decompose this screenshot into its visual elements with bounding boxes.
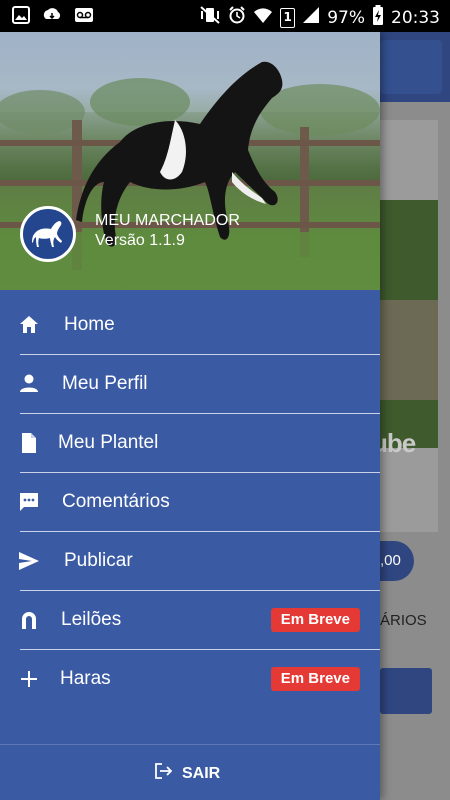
logout-icon: [154, 762, 174, 785]
menu-label-meu-plantel: Meu Plantel: [58, 432, 159, 453]
menu-label-comentarios: Comentários: [62, 491, 170, 512]
horseshoe-icon: [18, 609, 40, 631]
menu-label-publicar: Publicar: [64, 550, 133, 571]
background-tab-label: ÁRIOS: [380, 612, 427, 629]
sim-indicator: 1: [280, 7, 296, 28]
menu-item-haras[interactable]: Haras Em Breve: [0, 650, 380, 709]
logout-label: SAIR: [182, 764, 221, 782]
battery-percent: 97%: [327, 7, 365, 28]
app-name: MEU MARCHADOR: [95, 212, 240, 229]
document-icon: [18, 432, 40, 454]
comment-icon: [18, 491, 40, 513]
coming-soon-badge: Em Breve: [270, 667, 360, 691]
menu-item-leiloes[interactable]: Leilões Em Breve: [0, 591, 380, 650]
menu-label-leiloes: Leilões: [61, 609, 122, 630]
menu-item-meu-perfil[interactable]: Meu Perfil: [0, 355, 380, 414]
menu-label-haras: Haras: [60, 668, 111, 689]
coming-soon-badge: Em Breve: [270, 608, 360, 632]
plus-icon: [18, 668, 40, 690]
drawer-footer: SAIR: [0, 744, 380, 800]
app-version: Versão 1.1.9: [95, 232, 185, 249]
app-logo: [20, 206, 76, 262]
drawer-header: MEU MARCHADOR Versão 1.1.9: [0, 32, 380, 290]
menu-item-home[interactable]: Home: [0, 296, 380, 355]
background-video-thumbnail: [380, 200, 438, 448]
clock: 20:33: [391, 7, 440, 28]
drawer-menu: Home Meu Perfil Meu Plantel Comentários: [0, 296, 380, 709]
logout-button[interactable]: SAIR: [154, 762, 220, 785]
voicemail-icon: [74, 6, 94, 29]
horse-logo-icon: [32, 221, 62, 247]
menu-item-meu-plantel[interactable]: Meu Plantel: [0, 414, 380, 473]
home-icon: [18, 314, 40, 336]
battery-charging-icon: [372, 5, 384, 30]
vibrate-mute-icon: [199, 6, 221, 29]
signal-icon: [302, 6, 320, 29]
person-icon: [18, 373, 40, 395]
alarm-icon: [228, 6, 246, 29]
send-icon: [18, 550, 40, 572]
download-icon: [42, 6, 62, 29]
background-action-button: [380, 668, 432, 714]
gallery-icon: [12, 6, 30, 29]
status-bar: 1 97% 20:33: [0, 0, 450, 32]
background-price-badge: ,00: [378, 541, 414, 581]
menu-label-meu-perfil: Meu Perfil: [62, 373, 148, 394]
background-header-button: [380, 40, 442, 94]
navigation-drawer: MEU MARCHADOR Versão 1.1.9 Home Meu Perf…: [0, 32, 380, 800]
menu-item-publicar[interactable]: Publicar: [0, 532, 380, 591]
wifi-icon: [253, 6, 273, 29]
menu-item-comentarios[interactable]: Comentários: [0, 473, 380, 532]
menu-label-home: Home: [64, 314, 115, 335]
